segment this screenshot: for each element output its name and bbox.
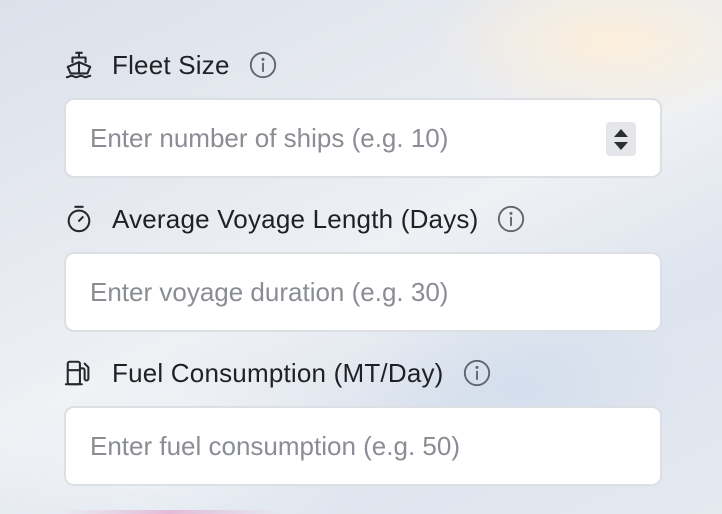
voyage-length-input-box [64, 252, 662, 332]
stepper-down-arrow-icon [614, 141, 628, 150]
stepper-decrement-button[interactable] [606, 139, 636, 156]
fuel-pump-icon [64, 357, 96, 389]
stopwatch-icon [64, 203, 96, 235]
voyage-length-label-row: Average Voyage Length (Days) [64, 198, 662, 240]
fleet-size-input-box [64, 98, 662, 178]
fuel-consumption-label: Fuel Consumption (MT/Day) [112, 357, 444, 388]
input-form: Fleet Size Enter number of ships (e.g. 1… [64, 44, 662, 506]
fleet-size-info-icon[interactable] [248, 50, 278, 80]
voyage-length-field: Average Voyage Length (Days) [64, 198, 662, 332]
fuel-consumption-info-icon[interactable] [462, 358, 492, 388]
fleet-size-label-row: Fleet Size [64, 44, 662, 86]
stepper-up-arrow-icon [614, 128, 628, 137]
voyage-length-info-icon[interactable] [496, 204, 526, 234]
fleet-size-field: Fleet Size [64, 44, 662, 178]
fuel-consumption-input-box [64, 406, 662, 486]
ship-icon [64, 49, 96, 81]
partial-button-edge [60, 510, 280, 514]
fuel-consumption-input[interactable] [66, 408, 660, 484]
fuel-consumption-field: Fuel Consumption (MT/Day) [64, 352, 662, 486]
fleet-size-input[interactable] [66, 100, 660, 176]
stepper-increment-button[interactable] [606, 122, 636, 139]
fleet-size-label: Fleet Size [112, 49, 230, 80]
voyage-length-input[interactable] [66, 254, 660, 330]
fuel-consumption-label-row: Fuel Consumption (MT/Day) [64, 352, 662, 394]
fleet-size-stepper[interactable] [606, 122, 636, 156]
voyage-length-label: Average Voyage Length (Days) [112, 203, 479, 234]
